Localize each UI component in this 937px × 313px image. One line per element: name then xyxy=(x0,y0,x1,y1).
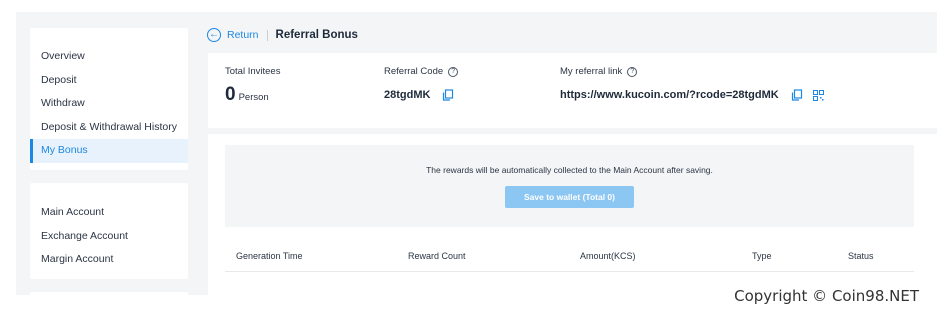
sidebar-item-main-account[interactable]: Main Account xyxy=(30,201,188,225)
sidebar-card-assets: Overview Deposit Withdraw Deposit & With… xyxy=(30,28,188,170)
page-canvas: Overview Deposit Withdraw Deposit & With… xyxy=(16,12,937,295)
column-header-type: Type xyxy=(752,251,772,261)
column-header-generation-time: Generation Time xyxy=(236,251,303,261)
copy-icon[interactable] xyxy=(791,89,803,101)
rewards-table-header: Generation Time Reward Count Amount(KCS)… xyxy=(225,245,914,272)
referral-code-label-text: Referral Code xyxy=(384,66,444,77)
help-icon[interactable]: ? xyxy=(627,66,638,77)
invitees-count: 0 xyxy=(225,84,236,105)
invitees-label-text: Total Invitees xyxy=(225,66,281,77)
column-header-status: Status xyxy=(848,251,874,261)
notice-text: The rewards will be automatically collec… xyxy=(426,165,713,175)
referral-link-value: https://www.kucoin.com/?rcode=28tgdMK xyxy=(560,89,824,101)
copy-icon[interactable] xyxy=(442,89,454,101)
sidebar-item-exchange-account[interactable]: Exchange Account xyxy=(30,225,188,249)
referral-stats-card: Total Invitees 0 Person Referral Code ? … xyxy=(208,53,937,128)
invitees-unit: Person xyxy=(238,92,269,103)
invitees-label: Total Invitees xyxy=(225,66,280,77)
qr-code-icon[interactable] xyxy=(812,89,824,101)
copyright-watermark: Copyright © Coin98.NET xyxy=(734,287,919,305)
sidebar-item-history[interactable]: Deposit & Withdrawal History xyxy=(30,116,188,140)
sidebar-card-accounts: Main Account Exchange Account Margin Acc… xyxy=(30,183,188,279)
sidebar-card-more xyxy=(30,292,188,295)
referral-code-label: Referral Code ? xyxy=(384,66,459,77)
rewards-panel: The rewards will be automatically collec… xyxy=(208,134,937,295)
save-to-wallet-button[interactable]: Save to wallet (Total 0) xyxy=(505,186,634,208)
breadcrumb-divider xyxy=(266,29,268,41)
sidebar-item-my-bonus[interactable]: My Bonus xyxy=(30,139,188,163)
sidebar-item-overview[interactable]: Overview xyxy=(30,45,188,69)
sidebar-item-margin-account[interactable]: Margin Account xyxy=(30,248,188,272)
referral-link: https://www.kucoin.com/?rcode=28tgdMK xyxy=(560,89,779,101)
back-circle-icon[interactable]: ← xyxy=(207,28,221,42)
rewards-notice: The rewards will be automatically collec… xyxy=(225,145,914,227)
referral-link-label-text: My referral link xyxy=(560,66,623,77)
help-icon[interactable]: ? xyxy=(448,66,459,77)
sidebar-item-deposit[interactable]: Deposit xyxy=(30,69,188,93)
page-title: Referral Bonus xyxy=(275,29,358,41)
column-header-reward-count: Reward Count xyxy=(408,251,466,261)
referral-code-value: 28tgdMK xyxy=(384,89,454,101)
return-link[interactable]: Return xyxy=(227,29,259,41)
invitees-value: 0 Person xyxy=(225,84,269,106)
referral-link-label: My referral link ? xyxy=(560,66,638,77)
breadcrumb: ← Return Referral Bonus xyxy=(207,25,358,45)
sidebar-item-withdraw[interactable]: Withdraw xyxy=(30,92,188,116)
referral-code: 28tgdMK xyxy=(384,89,431,101)
column-header-amount: Amount(KCS) xyxy=(580,251,636,261)
